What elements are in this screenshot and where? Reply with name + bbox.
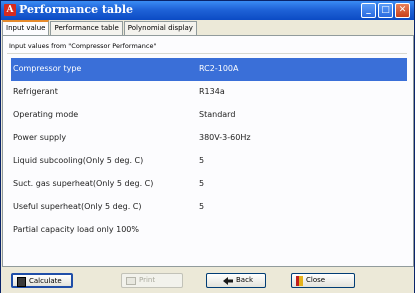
door-exit-icon	[296, 275, 303, 286]
row-value: 5	[199, 179, 205, 188]
calculator-icon	[17, 276, 26, 287]
print-button[interactable]: Print	[121, 273, 183, 288]
print-label: Print	[139, 276, 156, 284]
row-label: Suct. gas superheat(Only 5 deg. C)	[13, 179, 154, 188]
row-label: Refrigerant	[13, 87, 58, 96]
row-label: Useful superheat(Only 5 deg. C)	[13, 202, 142, 211]
back-label: Back	[236, 276, 253, 284]
row-value: 380V-3-60Hz	[199, 133, 251, 142]
close-label: Close	[306, 276, 326, 284]
performance-table-window: A Performance table _ □ ✕ Input value Pe…	[0, 0, 415, 293]
tab-input-value[interactable]: Input value	[2, 20, 50, 35]
input-value-panel: Input values from "Compressor Performanc…	[2, 35, 414, 267]
row-label: Power supply	[13, 133, 67, 142]
tab-performance-table[interactable]: Performance table	[50, 21, 123, 35]
grid-row-refrigerant[interactable]: Refrigerant R134a	[11, 81, 407, 104]
printer-icon	[126, 276, 136, 285]
app-icon: A	[4, 4, 16, 16]
close-window-button[interactable]: ✕	[395, 3, 410, 18]
calculate-label: Calculate	[29, 277, 62, 285]
title-bar[interactable]: A Performance table _ □ ✕	[1, 1, 414, 20]
minimize-button[interactable]: _	[361, 3, 376, 18]
window-title: Performance table	[19, 3, 134, 16]
grid-row-power-supply[interactable]: Power supply 380V-3-60Hz	[11, 127, 407, 150]
grid-row-liquid-subcooling[interactable]: Liquid subcooling(Only 5 deg. C) 5	[11, 150, 407, 173]
grid-row-operating-mode[interactable]: Operating mode Standard	[11, 104, 407, 127]
row-value: R134a	[199, 87, 225, 96]
row-label: Liquid subcooling(Only 5 deg. C)	[13, 156, 144, 165]
row-label: Partial capacity load only 100%	[13, 225, 139, 234]
calculate-button[interactable]: Calculate	[11, 273, 73, 288]
back-arrow-icon	[223, 276, 233, 285]
back-button[interactable]: Back	[206, 273, 266, 288]
grid-row-useful-superheat[interactable]: Useful superheat(Only 5 deg. C) 5	[11, 196, 407, 219]
grid-row-partial-capacity[interactable]: Partial capacity load only 100%	[11, 219, 407, 242]
section-divider	[7, 53, 407, 54]
maximize-button[interactable]: □	[378, 3, 393, 18]
input-values-grid: Compressor type RC2-100A Refrigerant R13…	[11, 58, 407, 242]
row-label: Compressor type	[13, 64, 82, 73]
row-label: Operating mode	[13, 110, 79, 119]
grid-row-compressor-type[interactable]: Compressor type RC2-100A	[11, 58, 407, 81]
row-value: 5	[199, 156, 205, 165]
button-bar: Calculate Print Back Close	[1, 267, 414, 293]
row-value: 5	[199, 202, 205, 211]
row-value: Standard	[199, 110, 236, 119]
grid-row-suction-gas-superheat[interactable]: Suct. gas superheat(Only 5 deg. C) 5	[11, 173, 407, 196]
row-value: RC2-100A	[199, 64, 239, 73]
section-label: Input values from "Compressor Performanc…	[9, 42, 157, 50]
tab-polynomial-display[interactable]: Polynomial display	[123, 21, 197, 35]
close-button[interactable]: Close	[291, 273, 355, 288]
tab-strip: Input value Performance table Polynomial…	[2, 20, 198, 35]
